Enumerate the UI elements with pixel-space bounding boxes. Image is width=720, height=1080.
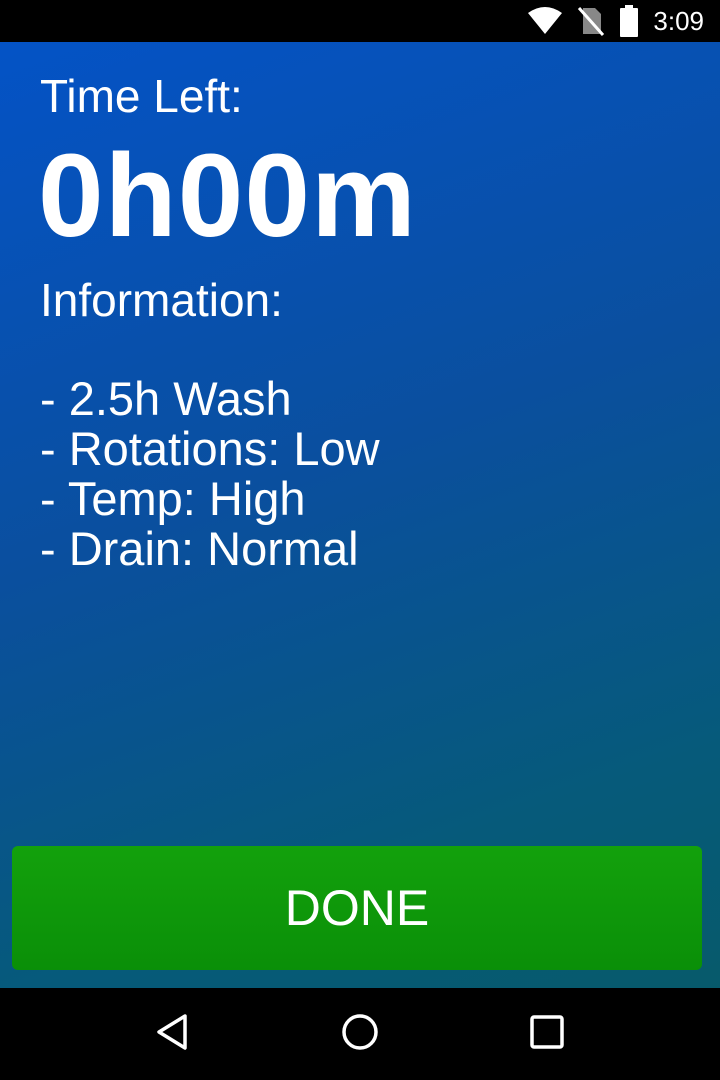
battery-icon [619, 5, 639, 37]
info-item-wash: - 2.5h Wash [40, 372, 292, 425]
info-item-rotations: - Rotations: Low [40, 422, 380, 475]
time-left-label: Time Left: [40, 70, 243, 122]
done-button[interactable]: DONE [12, 846, 702, 970]
no-sim-icon [577, 6, 605, 36]
recents-icon [527, 1012, 567, 1057]
recents-button[interactable] [507, 994, 587, 1074]
back-icon [153, 1012, 193, 1057]
info-item-drain: - Drain: Normal [40, 522, 359, 575]
wifi-icon [527, 7, 563, 35]
back-button[interactable] [133, 994, 213, 1074]
wash-status-screen: Time Left: 0h00m Information: - 2.5h Was… [0, 42, 720, 988]
home-button[interactable] [320, 994, 400, 1074]
time-left-value: 0h00m [38, 130, 417, 262]
information-label: Information: [40, 274, 283, 326]
navigation-bar [0, 988, 720, 1080]
home-icon [340, 1012, 380, 1057]
status-bar: 3:09 [0, 0, 720, 42]
status-time: 3:09 [653, 5, 704, 36]
information-list: - 2.5h Wash - Rotations: Low - Temp: Hig… [40, 374, 380, 574]
info-item-temp: - Temp: High [40, 472, 306, 525]
